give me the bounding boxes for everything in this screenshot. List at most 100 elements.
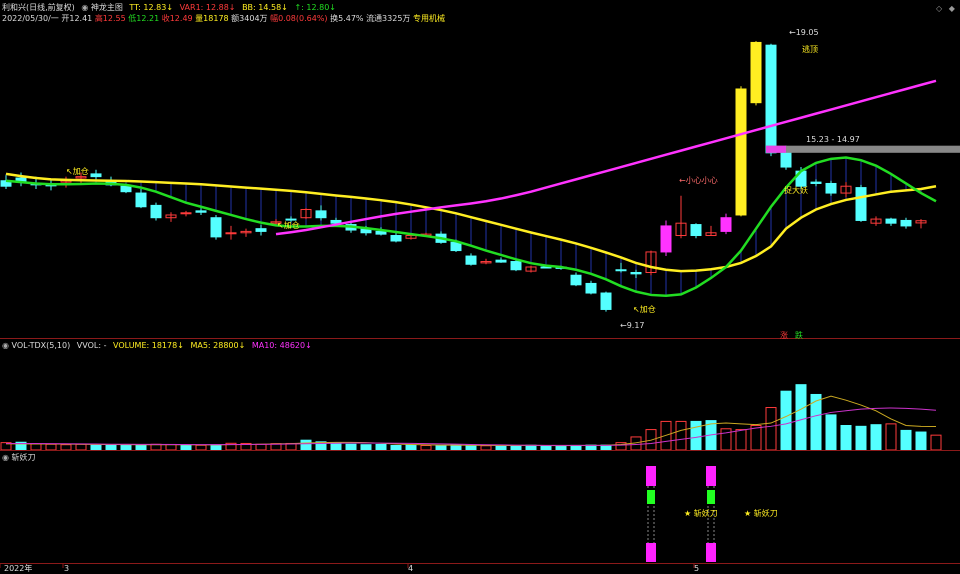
candle-body[interactable] bbox=[750, 41, 762, 104]
volume-value: VOLUME: 18178↓ bbox=[113, 341, 184, 350]
candle-body[interactable] bbox=[90, 173, 102, 178]
bar-turnover: 换5.47% bbox=[330, 14, 364, 23]
annotation-jiacang-2: ↖加仓 bbox=[277, 221, 300, 230]
candle-body[interactable] bbox=[600, 292, 612, 310]
candle-body[interactable] bbox=[660, 225, 672, 253]
signal-mid-block bbox=[707, 490, 715, 504]
volume-bar[interactable] bbox=[795, 384, 807, 451]
candle-body[interactable] bbox=[195, 210, 207, 213]
indicator-name[interactable]: 神龙主图 bbox=[91, 3, 123, 12]
candle-body[interactable] bbox=[690, 224, 702, 237]
candle-body[interactable] bbox=[150, 204, 162, 219]
signal-top-block bbox=[706, 466, 716, 486]
candle-body[interactable] bbox=[765, 44, 777, 154]
candle-body[interactable] bbox=[855, 187, 867, 221]
pane-divider-2 bbox=[0, 450, 960, 451]
volume-bar[interactable] bbox=[855, 425, 867, 451]
candle-body[interactable] bbox=[390, 235, 402, 242]
up-value: ↑: 12.80↓ bbox=[294, 3, 336, 12]
stock-title[interactable]: 利和兴(日线,前复权) bbox=[2, 3, 75, 12]
candle-body[interactable] bbox=[810, 181, 822, 184]
volume-bar[interactable] bbox=[675, 420, 687, 451]
candle-body[interactable] bbox=[210, 217, 222, 238]
candle-body[interactable] bbox=[615, 269, 627, 272]
candle-body[interactable] bbox=[315, 210, 327, 219]
candle-body[interactable] bbox=[495, 259, 507, 263]
x-axis-may: 5 bbox=[694, 564, 700, 573]
candle-body[interactable] bbox=[510, 261, 522, 271]
bar-amount: 额3404万 bbox=[231, 14, 268, 23]
candle-body[interactable] bbox=[450, 241, 462, 252]
volume-bar[interactable] bbox=[765, 407, 777, 451]
vvol-value: VVOL: - bbox=[76, 341, 107, 350]
volume-bar[interactable] bbox=[735, 429, 747, 451]
annotation-zhuodayao: 捉大妖 bbox=[784, 186, 808, 195]
vol-name[interactable]: VOL-TDX(5,10) bbox=[12, 341, 71, 350]
volume-bar[interactable] bbox=[885, 423, 897, 451]
candle-body[interactable] bbox=[720, 217, 732, 232]
restore-icon[interactable]: ◇ bbox=[936, 4, 942, 13]
candle-body[interactable] bbox=[135, 192, 147, 208]
pane-divider-3 bbox=[0, 563, 960, 564]
signal-mid-block bbox=[647, 490, 655, 504]
signal-icon[interactable]: ◉ bbox=[2, 453, 9, 462]
signal-label-1: ★ 斩妖刀 bbox=[684, 509, 718, 518]
label-zhang: 涨 bbox=[780, 331, 788, 340]
annotation-low: ←9.17 bbox=[620, 321, 645, 330]
candle-body[interactable] bbox=[375, 230, 387, 235]
volume-bar[interactable] bbox=[870, 424, 882, 451]
candle-body[interactable] bbox=[225, 232, 237, 235]
candle-body[interactable] bbox=[180, 212, 192, 215]
bar-close: 收12.49 bbox=[161, 14, 193, 23]
candle-body[interactable] bbox=[630, 271, 642, 275]
candle-body[interactable] bbox=[735, 88, 747, 216]
annotation-range: 15.23 - 14.97 bbox=[806, 135, 860, 144]
signal-name[interactable]: 斩妖刀 bbox=[12, 453, 36, 462]
volume-bar[interactable] bbox=[690, 420, 702, 451]
signal-top-block bbox=[646, 466, 656, 486]
indicator-icon[interactable]: ◉ bbox=[81, 3, 88, 12]
volume-bars-layer[interactable] bbox=[0, 384, 942, 451]
x-axis-year: 2022年 bbox=[4, 564, 33, 573]
chart-canvas bbox=[0, 41, 960, 568]
annotation-jiacang-3: ↖加仓 bbox=[633, 305, 656, 314]
candle-body[interactable] bbox=[780, 151, 792, 168]
bar-high: 高12.55 bbox=[94, 14, 126, 23]
volume-bar[interactable] bbox=[915, 431, 927, 451]
x-axis-april: 4 bbox=[408, 564, 414, 573]
pane-divider-1 bbox=[0, 338, 960, 339]
signal-bottom-block bbox=[706, 543, 716, 562]
candle-body[interactable] bbox=[885, 218, 897, 224]
volume-bar[interactable] bbox=[840, 425, 852, 451]
volume-bar[interactable] bbox=[300, 439, 312, 451]
candle-body[interactable] bbox=[900, 219, 912, 227]
volume-header: ◉ VOL-TDX(5,10) VVOL: - VOLUME: 18178↓ M… bbox=[2, 340, 312, 351]
candle-body[interactable] bbox=[825, 182, 837, 194]
header-line-1: 利和兴(日线,前复权) ◉ 神龙主图 TT: 12.83↓ VAR1: 12.8… bbox=[2, 2, 336, 13]
candle-body[interactable] bbox=[120, 185, 132, 193]
pin-icon[interactable]: ◆ bbox=[949, 4, 955, 13]
volume-bar[interactable] bbox=[330, 442, 342, 451]
candle-body[interactable] bbox=[585, 282, 597, 294]
ma5-value: MA5: 28800↓ bbox=[190, 341, 246, 350]
volume-stripes bbox=[5, 157, 922, 296]
range-band-marker bbox=[766, 145, 786, 153]
volume-bar[interactable] bbox=[825, 414, 837, 451]
vol-icon[interactable]: ◉ bbox=[2, 341, 9, 350]
signal-label-2: ★ 斩妖刀 bbox=[744, 509, 778, 518]
header-line-2: 2022/05/30/一 开12.41 高12.55 低12.21 收12.49… bbox=[2, 13, 445, 24]
price-extras bbox=[766, 145, 960, 153]
bar-open: 开12.41 bbox=[61, 14, 93, 23]
bar-float: 流通3325万 bbox=[366, 14, 411, 23]
signal-header: ◉ 斩妖刀 bbox=[2, 452, 36, 463]
range-band bbox=[766, 145, 960, 153]
volume-bar[interactable] bbox=[930, 434, 942, 451]
candle-body[interactable] bbox=[255, 228, 267, 232]
volume-bar[interactable] bbox=[780, 390, 792, 451]
volume-bar[interactable] bbox=[750, 425, 762, 451]
candle-body[interactable] bbox=[570, 274, 582, 286]
candles-layer[interactable] bbox=[0, 41, 927, 312]
candle-body[interactable] bbox=[465, 255, 477, 265]
volume-bar[interactable] bbox=[900, 429, 912, 451]
tt-value: TT: 12.83↓ bbox=[129, 3, 174, 12]
